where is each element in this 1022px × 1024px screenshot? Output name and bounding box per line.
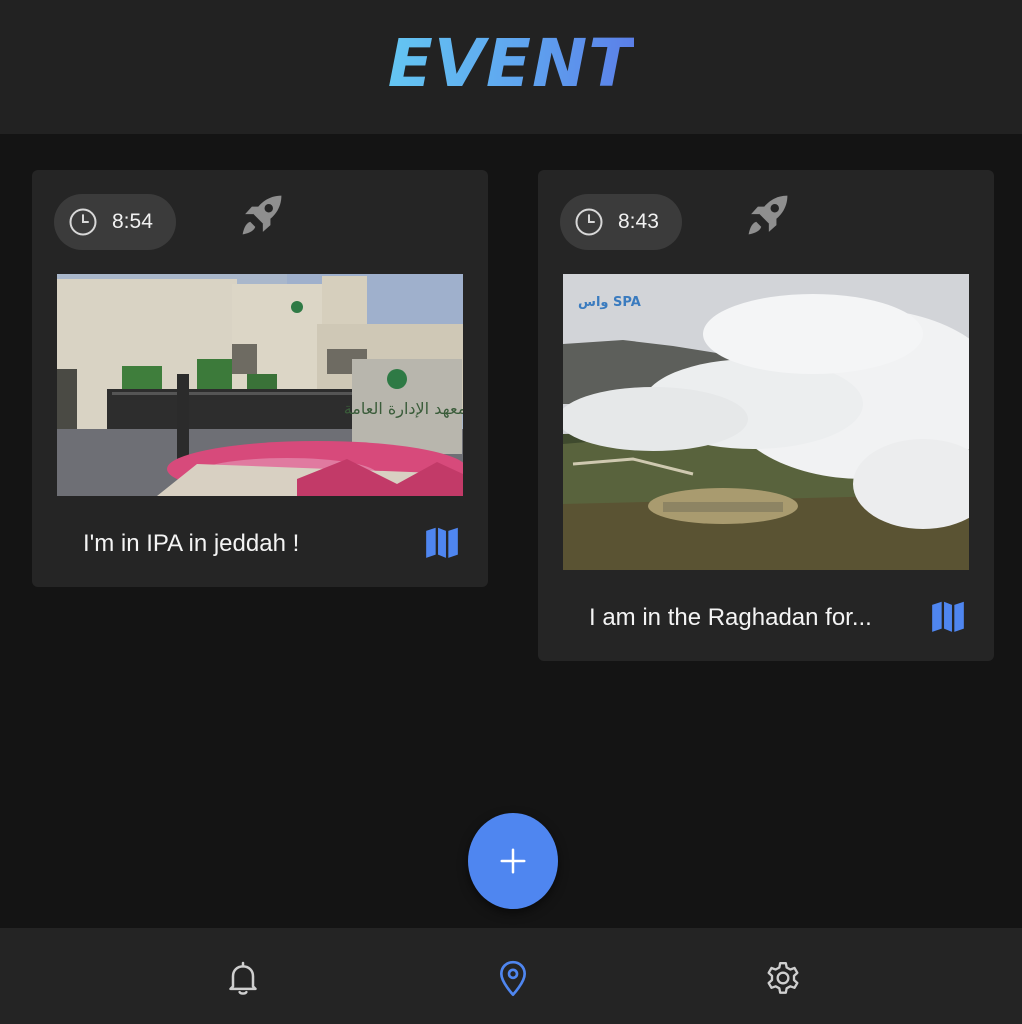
event-time: 8:54	[112, 210, 153, 233]
event-card[interactable]: 8:54 معهد الإدارة العامة I'm in IPA in j…	[32, 170, 488, 587]
time-badge: 8:54	[54, 194, 176, 250]
rocket-icon[interactable]	[235, 188, 289, 242]
gear-icon	[767, 962, 799, 994]
photo-watermark: واس SPA	[578, 295, 641, 310]
nav-location[interactable]	[493, 958, 533, 998]
map-icon[interactable]	[423, 523, 461, 561]
clock-icon	[69, 208, 97, 236]
plus-icon	[500, 848, 526, 874]
rocket-icon[interactable]	[741, 188, 795, 242]
event-caption: I'm in IPA in jeddah !	[83, 530, 300, 557]
photo-sign-text: معهد الإدارة العامة	[344, 399, 463, 419]
app-header: EVENT	[0, 0, 1022, 134]
bell-icon	[229, 961, 257, 995]
nav-settings[interactable]	[763, 958, 803, 998]
event-time: 8:43	[618, 210, 659, 233]
map-icon[interactable]	[929, 597, 967, 635]
event-caption: I am in the Raghadan for...	[589, 604, 872, 631]
location-pin-icon	[500, 960, 526, 996]
event-photo[interactable]: واس SPA	[563, 274, 969, 570]
app-logo: EVENT	[387, 24, 635, 102]
bottom-navigation	[0, 928, 1022, 1024]
clock-icon	[575, 208, 603, 236]
nav-notifications[interactable]	[223, 958, 263, 998]
add-event-button[interactable]	[468, 813, 558, 909]
time-badge: 8:43	[560, 194, 682, 250]
event-photo[interactable]: معهد الإدارة العامة	[57, 274, 463, 496]
event-card[interactable]: 8:43 واس SPA I am in the Raghadan for...	[538, 170, 994, 661]
